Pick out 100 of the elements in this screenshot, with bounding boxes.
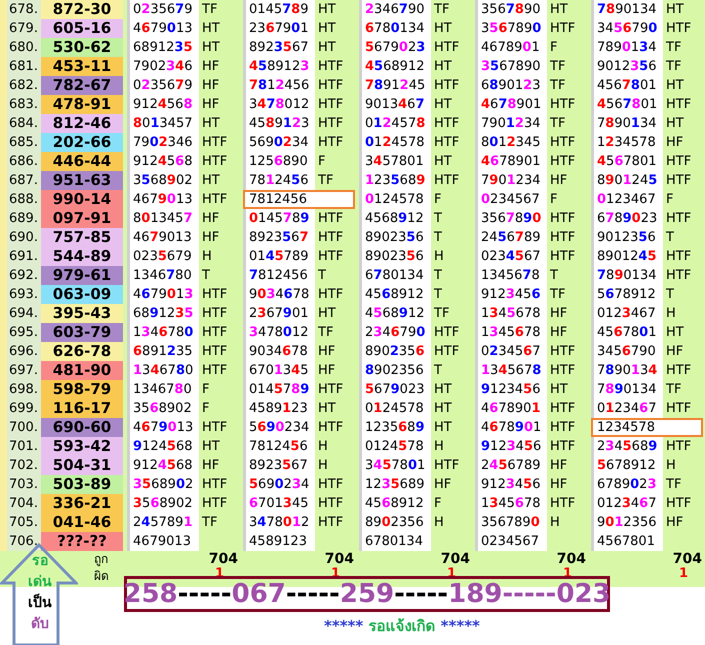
code-cell-text: HT — [317, 39, 337, 57]
number-cell: 9034678 — [243, 285, 315, 304]
status-label: ดับ — [31, 615, 49, 634]
number-cell: 9012356 — [591, 57, 663, 76]
code-cell-text: HT — [317, 1, 337, 19]
number-cell: 3568902 — [127, 171, 199, 190]
number-cell: 3568902 — [127, 475, 199, 494]
code-cell-text: HTF — [549, 438, 576, 456]
number-cell: 3568902 — [127, 494, 199, 513]
code-cell-text: HTF — [549, 229, 576, 247]
code-cell-text: H — [549, 514, 561, 532]
result-cell: 530-62 — [41, 38, 123, 57]
number-cell: 6891235 — [127, 38, 199, 57]
number-cell: 8901245 — [591, 171, 663, 190]
row-number: 693. — [7, 285, 41, 304]
number-cell: 9034678 — [243, 342, 315, 361]
code-cell-text: HTF — [665, 248, 692, 266]
number-cell: 4678901 — [475, 152, 547, 171]
row-number: 694. — [7, 304, 41, 323]
code-cell-text: HF — [549, 476, 568, 494]
code-cell-text: T — [201, 267, 211, 285]
code-cell-text: F — [201, 381, 210, 399]
code-cell-text: HT — [549, 381, 569, 399]
status-label: รอ — [32, 552, 48, 571]
code-cell-text: HTF — [549, 400, 576, 418]
code-cell-text: T — [433, 267, 443, 285]
code-cell-text: H — [665, 457, 677, 475]
code-cell-text: T — [317, 267, 327, 285]
code-cell-text: HTF — [201, 495, 228, 513]
code-cell-text: T — [433, 210, 443, 228]
code-cell-text: HTF — [665, 362, 692, 380]
number-cell: 0145789 — [243, 247, 315, 266]
code-cell-text: F — [549, 191, 558, 209]
code-cell-text: HT — [201, 172, 221, 190]
result-cell: 990-14 — [41, 190, 123, 209]
code-cell-text: TF — [433, 1, 450, 19]
number-cell: 1235689 — [359, 475, 431, 494]
correct-count: 704 — [324, 551, 355, 568]
number-cell: 3567890 — [475, 209, 547, 228]
code-cell-text: HF — [201, 96, 220, 114]
number-cell: 7812456 — [243, 266, 315, 285]
code-cell-text: HT — [433, 58, 453, 76]
number-cell: 9124568 — [127, 152, 199, 171]
code-cell-text: HF — [201, 229, 220, 247]
wrong-count: 1 — [678, 568, 689, 580]
number-cell: 3478012 — [243, 95, 315, 114]
row-number: 700. — [7, 418, 41, 437]
number-cell: 3457801 — [359, 456, 431, 475]
code-cell-text: T — [433, 229, 443, 247]
number-cell: 4679013 — [127, 19, 199, 38]
result-cell: 593-42 — [41, 437, 123, 456]
code-cell-text: HTF — [201, 191, 228, 209]
row-number: 704. — [7, 494, 41, 513]
code-cell-text: HTF — [665, 153, 692, 171]
number-cell: 5690234 — [243, 475, 315, 494]
correct-count: 704 — [440, 551, 471, 568]
number-cell: 0123467 — [591, 190, 663, 209]
code-cell-text: HF — [201, 77, 220, 95]
code-cell-text: HT — [433, 381, 453, 399]
row-number: 690. — [7, 228, 41, 247]
number-cell: 5678912 — [591, 285, 663, 304]
status-label: เด่น — [28, 573, 52, 592]
row-number: 699. — [7, 399, 41, 418]
number-cell: 1235689 — [359, 171, 431, 190]
number-cell: 8923567 — [243, 228, 315, 247]
number-cell: 0234567 — [475, 532, 547, 551]
code-cell-text: H — [433, 514, 445, 532]
number-cell: 0124578 — [359, 437, 431, 456]
code-cell-text: HTF — [317, 58, 344, 76]
code-cell-text: HTF — [433, 457, 460, 475]
number-cell: 5678912 — [591, 456, 663, 475]
code-cell-text: HTF — [433, 134, 460, 152]
result-cell: ???-?? — [41, 532, 123, 551]
code-cell-text: TF — [549, 77, 566, 95]
code-cell-text: HF — [549, 305, 568, 323]
number-cell: 8902356 — [359, 247, 431, 266]
code-cell-text: HTF — [549, 419, 576, 437]
number-cell: 4568912 — [359, 494, 431, 513]
result-cell: 626-78 — [41, 342, 123, 361]
code-cell-text: HF — [317, 362, 336, 380]
number-cell: 4679013 — [127, 285, 199, 304]
number-cell: 5690234 — [243, 418, 315, 437]
code-cell-text: HTF — [665, 438, 692, 456]
code-cell-text: HF — [201, 58, 220, 76]
row-number: 696. — [7, 342, 41, 361]
code-cell-text: HTF — [317, 476, 344, 494]
row-number: 703. — [7, 475, 41, 494]
code-cell-text: TF — [665, 58, 682, 76]
number-cell: 1235689 — [359, 418, 431, 437]
number-cell: 0123467 — [591, 494, 663, 513]
number-cell: 7812456 — [243, 437, 315, 456]
number-cell: 0124578 — [359, 399, 431, 418]
code-cell-text: HT — [201, 20, 221, 38]
code-cell-text: HT — [433, 96, 453, 114]
number-cell: 6789023 — [591, 209, 663, 228]
code-cell-text: HTF — [549, 210, 576, 228]
code-cell-text: HT — [665, 324, 685, 342]
number-cell: 4567801 — [591, 532, 663, 551]
number-cell: 8012345 — [475, 133, 547, 152]
code-cell-text: HTF — [549, 153, 576, 171]
